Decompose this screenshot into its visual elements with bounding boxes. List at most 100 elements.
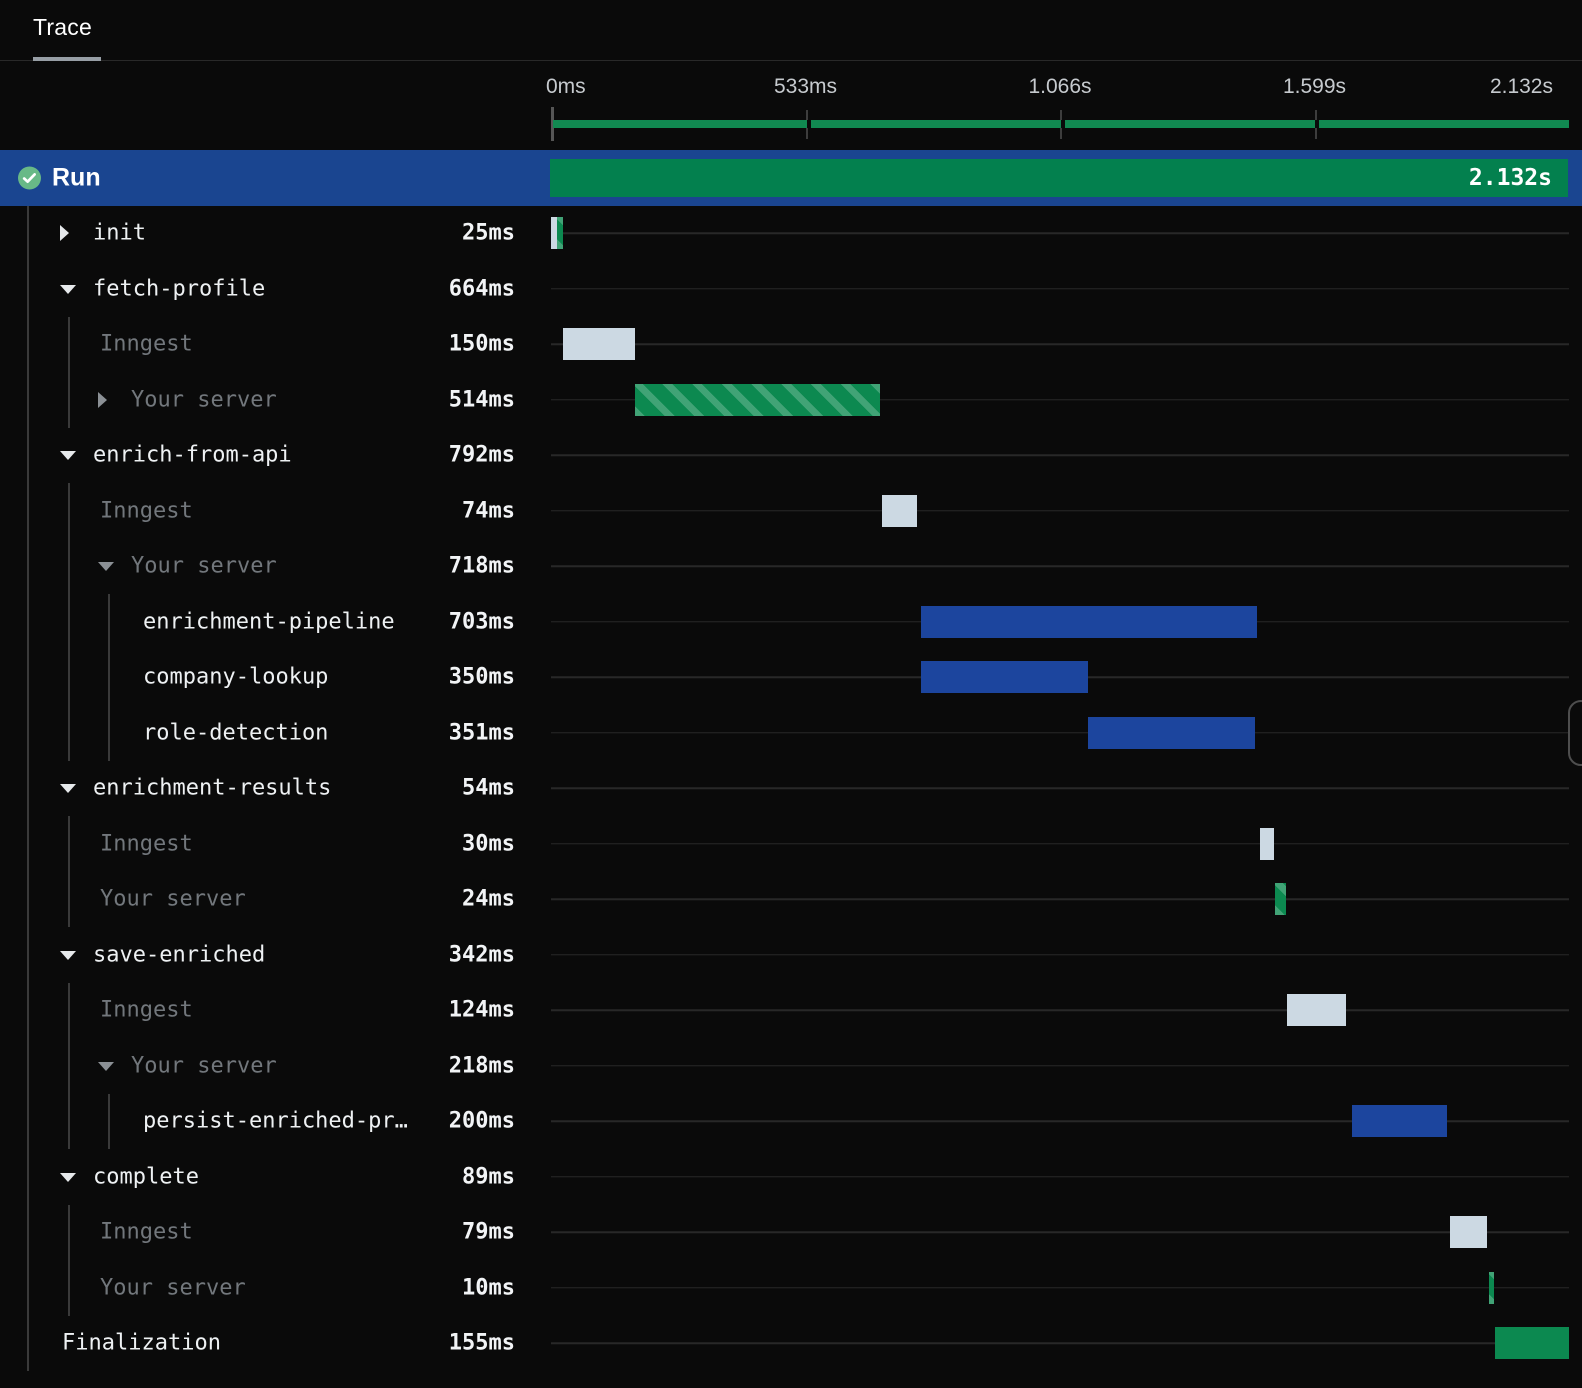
span-label: Inngest [100,1219,193,1245]
chevron-down-icon[interactable] [60,784,76,794]
row-company-lookup[interactable]: company-lookup 350ms [0,649,1582,705]
timeline-bar-green[interactable] [1494,1327,1569,1360]
row-complete-inngest[interactable]: Inngest 79ms [0,1204,1582,1260]
row-save-enriched[interactable]: save-enriched 342ms [0,927,1582,983]
timeline-bar-blue[interactable] [1087,716,1256,749]
ruler-label: 2.132s [1489,75,1553,98]
row-timeline [551,705,1569,761]
span-label: save-enriched [93,942,266,968]
row-run[interactable]: Run 2.132s [0,150,1582,206]
row-save-server[interactable]: Your server 218ms [0,1038,1582,1094]
chevron-down-icon[interactable] [60,1172,76,1182]
row-timeline [551,539,1569,595]
row-timeline [551,1260,1569,1316]
tab-trace[interactable]: Trace [33,14,92,41]
tab-bar: Trace [0,0,1582,61]
row-enrich-inngest[interactable]: Inngest 74ms [0,483,1582,539]
chevron-down-icon[interactable] [60,451,76,461]
indent-guide [27,982,29,1038]
row-results-server[interactable]: Your server 24ms [0,871,1582,927]
indent-guide [27,261,29,317]
row-left-enrichment-results: enrichment-results 54ms [0,760,545,816]
indent-guide [27,427,29,483]
chevron-down-icon[interactable] [98,1061,114,1071]
ruler-label: 533ms [773,75,838,98]
timeline-bar-blue[interactable] [921,661,1089,694]
row-enrich-from-api[interactable]: enrich-from-api 792ms [0,427,1582,484]
row-enrichment-results[interactable]: enrichment-results 54ms [0,760,1582,816]
indent-guide [108,649,110,705]
timeline-bar-light[interactable] [562,328,635,361]
chevron-right-icon[interactable] [98,391,107,408]
indent-guide [68,372,70,428]
row-fetch-profile-server[interactable]: Your server 514ms [0,372,1582,428]
indent-guide [27,1093,29,1149]
row-persist-enriched[interactable]: persist-enriched-pr… 200ms [0,1093,1582,1149]
indent-guide [27,871,29,927]
row-trackline [551,1342,1569,1344]
indent-guide [68,1260,70,1316]
row-left-results-inngest: Inngest 30ms [0,816,545,872]
span-duration: 89ms [462,1164,515,1190]
row-timeline [551,927,1569,983]
timeline-bar-light[interactable] [881,494,918,527]
row-init[interactable]: init 25ms [0,205,1582,261]
timeline-bar-light[interactable] [1286,994,1346,1027]
span-duration: 124ms [448,997,515,1023]
span-label: enrichment-results [93,775,332,801]
scrollbar-handle[interactable] [1568,700,1582,766]
row-save-inngest[interactable]: Inngest 124ms [0,982,1582,1038]
row-left-save-inngest: Inngest 124ms [0,982,545,1038]
timeline-bar-light[interactable] [1449,1216,1488,1249]
minimap-bar[interactable] [553,120,1569,128]
indent-guide [27,372,29,428]
row-role-detection[interactable]: role-detection 351ms [0,705,1582,761]
row-complete[interactable]: complete 89ms [0,1149,1582,1205]
indent-guide [68,982,70,1038]
timeline-bar-blue[interactable] [921,605,1257,638]
row-enrichment-pipeline[interactable]: enrichment-pipeline 703ms [0,594,1582,650]
span-label: Finalization [62,1330,221,1356]
span-label: Your server [100,1275,246,1301]
indent-guide [68,1038,70,1094]
row-trackline [551,954,1569,956]
timeline-bar-blue[interactable] [1351,1105,1448,1138]
chevron-down-icon[interactable] [98,562,114,572]
row-timeline [551,483,1569,539]
check-circle-icon [18,166,41,190]
chevron-down-icon[interactable] [60,284,76,294]
timeline-minimap[interactable]: 0ms 533ms 1.066s 1.599s 2.132s [546,75,1569,145]
row-finalization[interactable]: Finalization 155ms [0,1315,1582,1371]
row-left-save-enriched: save-enriched 342ms [0,927,545,983]
indent-guide [27,316,29,372]
indent-guide [27,483,29,539]
span-duration: 351ms [448,720,515,746]
timeline-bar-light[interactable] [1260,827,1275,860]
row-fetch-profile-inngest[interactable]: Inngest 150ms [0,316,1582,372]
span-duration: 155ms [448,1330,515,1356]
row-enrich-server[interactable]: Your server 718ms [0,538,1582,595]
indent-guide [68,649,70,705]
row-results-inngest[interactable]: Inngest 30ms [0,816,1582,872]
row-complete-server[interactable]: Your server 10ms [0,1260,1582,1316]
row-timeline [551,816,1569,872]
chevron-right-icon[interactable] [60,225,69,242]
span-label: Your server [100,886,246,912]
indent-guide [68,483,70,539]
span-duration: 25ms [462,220,515,246]
run-timeline [550,150,1569,206]
chevron-down-icon[interactable] [60,950,76,960]
timeline-bar-hatch[interactable] [557,217,563,250]
indent-guide [108,1093,110,1149]
indent-guide [27,760,29,816]
run-duration-bar[interactable] [550,158,1568,197]
span-duration: 342ms [448,942,515,968]
timeline-bar-hatch[interactable] [635,383,881,416]
timeline-bar-hatch[interactable] [1274,883,1287,916]
row-fetch-profile[interactable]: fetch-profile 664ms [0,261,1582,317]
indent-guide [68,316,70,372]
indent-guide [27,649,29,705]
timeline-bar-hatch[interactable] [1488,1271,1494,1304]
row-timeline [551,428,1569,484]
span-label: enrichment-pipeline [143,609,395,635]
